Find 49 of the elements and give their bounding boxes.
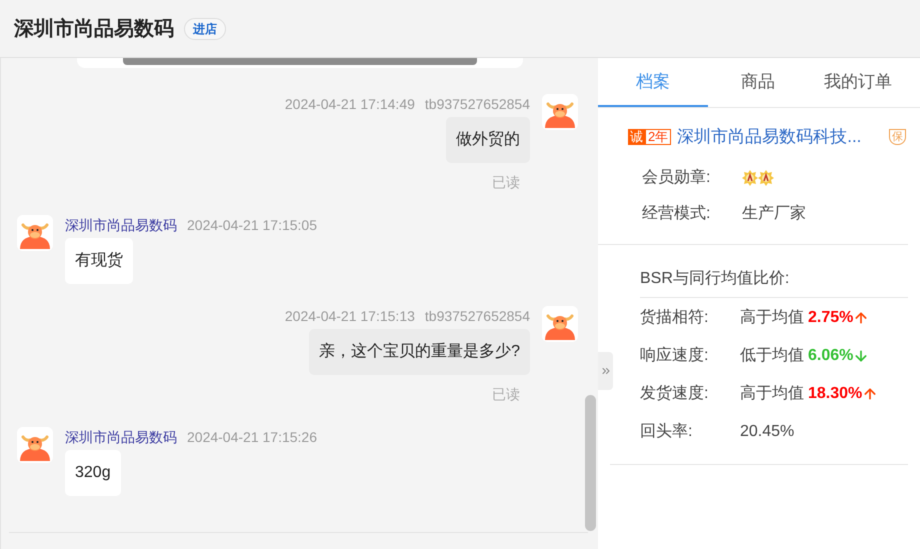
bull-avatar-icon [17,427,53,463]
tab[interactable]: 我的订单 [808,58,908,107]
metric-value: 2.75% [808,308,854,328]
message-time: 2024-04-21 17:15:26 [187,428,317,447]
info-label: 会员勋章: [642,168,712,188]
comparison-text: 高于均值 [740,384,804,404]
comparison-text: 低于均值 [740,346,804,366]
arrow-up-icon [862,386,878,402]
sender-id: tb937527652854 [424,95,530,114]
arrow-up-icon [853,310,870,326]
message-time: 2024-04-21 17:15:13 [284,307,415,326]
info-label: 经营模式: [642,204,712,224]
shop-name-link[interactable]: 深圳市尚品易数码科技... [677,124,862,150]
tab[interactable]: 档案 [598,58,708,107]
message-bubble: 做外贸的 [446,117,530,163]
sender-name: 深圳市尚品易数码 [65,216,177,235]
store-button[interactable]: 进店 [184,18,226,40]
info-value: 生产厂家 [742,204,806,224]
metric-label: 发货速度: [640,384,710,404]
guarantee-badge: 保 [889,128,906,145]
metric-label: 货描相符: [640,308,710,328]
collapse-button[interactable] [598,352,613,390]
arrow-down-icon [853,348,870,364]
chat-title: 深圳市尚品易数码 [14,16,174,42]
read-status: 已读 [492,173,520,192]
sender-name: 深圳市尚品易数码 [65,428,177,447]
message-bubble: 有现货 [65,238,133,284]
metric-label: 回头率: [640,422,694,442]
chevrons-right-icon [600,365,612,377]
integrity-badge: 诚 [628,128,645,145]
section-title: BSR与同行均值比价: [640,266,908,298]
years-badge: 2年 [645,128,672,145]
medal-icon [758,170,774,186]
message-bubble: 320g [65,450,121,496]
message-time: 2024-04-21 17:15:05 [187,216,317,235]
comparison-text: 高于均值 [740,308,804,328]
metric-value: 20.45% [740,422,794,442]
read-status: 已读 [492,385,520,404]
metric-value: 6.06% [808,346,854,366]
bull-avatar-icon [542,306,578,342]
medal-icon [742,170,758,186]
metric-label: 响应速度: [640,346,710,366]
tab[interactable]: 商品 [708,58,808,107]
message-time: 2024-04-21 17:14:49 [284,95,415,114]
bull-avatar-icon [17,215,53,251]
metric-value: 18.30% [808,384,862,404]
bull-avatar-icon [542,94,578,130]
message-bubble: 亲，这个宝贝的重量是多少? [309,329,530,375]
sender-id: tb937527652854 [424,307,530,326]
